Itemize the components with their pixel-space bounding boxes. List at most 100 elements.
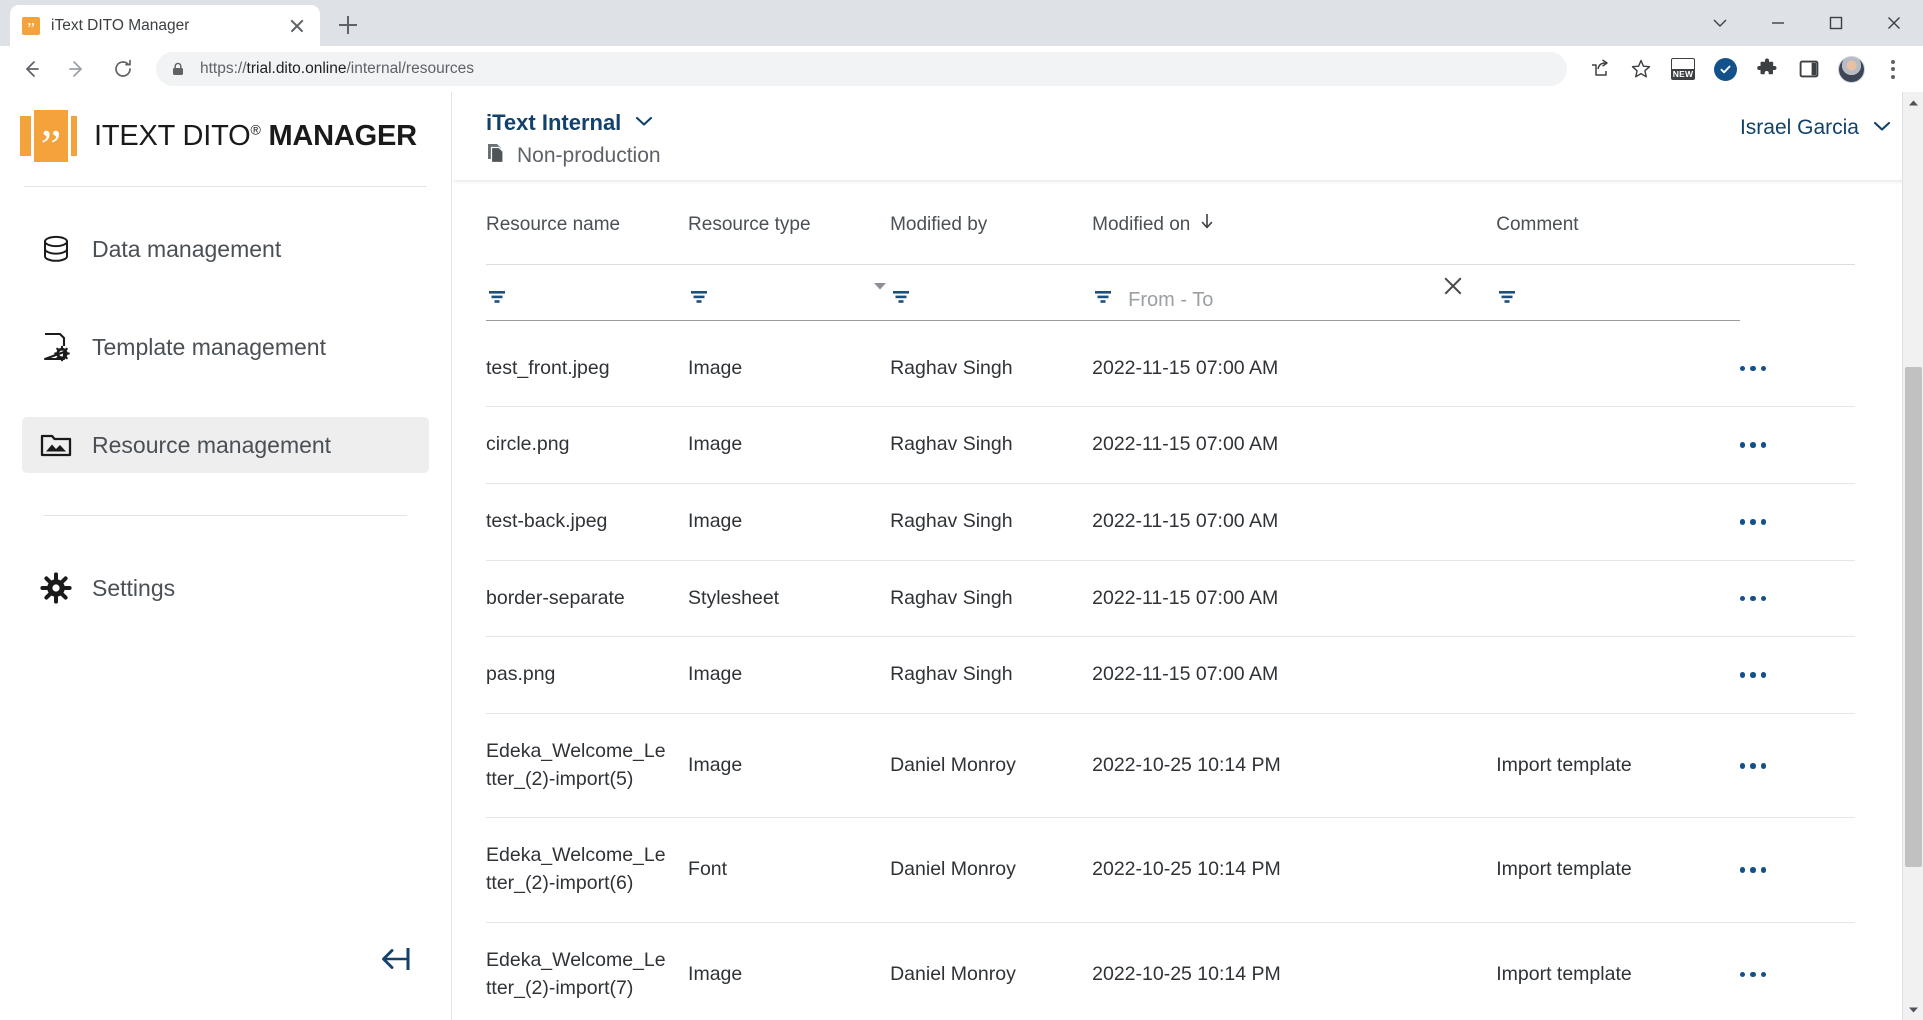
- cell-modified-on: 2022-11-15 07:00 AM: [1092, 484, 1496, 561]
- column-label: Resource name: [486, 214, 620, 235]
- date-range-placeholder: From - To: [1128, 289, 1213, 312]
- table-header: Resource name Resource type Modified by …: [486, 180, 1855, 264]
- cell-modified-on: 2022-10-25 10:14 PM: [1092, 714, 1496, 818]
- browser-tab[interactable]: iText DITO Manager: [10, 5, 320, 46]
- organization-selector[interactable]: iText Internal: [486, 110, 661, 136]
- bookmark-star-icon[interactable]: [1623, 51, 1659, 87]
- reload-icon[interactable]: [104, 50, 142, 88]
- cell-resource-name: circle.png: [486, 407, 688, 484]
- cell-comment: Import template: [1496, 714, 1739, 818]
- filter-cell-modified-on: From - To: [1092, 264, 1496, 331]
- table-row[interactable]: Edeka_Welcome_Letter_(2)-import(5)ImageD…: [486, 714, 1855, 818]
- filter-funnel-icon[interactable]: [688, 286, 710, 313]
- brand-logo-block[interactable]: ITEXT DITO® MANAGER: [0, 92, 451, 180]
- table-row[interactable]: border-separateStylesheetRaghav Singh202…: [486, 560, 1855, 637]
- more-options-icon[interactable]: [1740, 519, 1855, 525]
- table-row[interactable]: circle.pngImageRaghav Singh2022-11-15 07…: [486, 407, 1855, 484]
- more-options-icon[interactable]: [1740, 596, 1855, 602]
- cell-modified-on: 2022-10-25 10:14 PM: [1092, 922, 1496, 1020]
- cell-modified-by: Raghav Singh: [890, 637, 1092, 714]
- itext-logo-icon: [20, 110, 76, 162]
- filter-funnel-icon[interactable]: [890, 286, 912, 313]
- more-options-icon[interactable]: [1740, 763, 1855, 769]
- sidebar-item-data-management[interactable]: Data management: [22, 221, 429, 277]
- extensions-puzzle-icon[interactable]: [1749, 51, 1785, 87]
- scrollbar-thumb[interactable]: [1905, 367, 1922, 867]
- close-window-icon[interactable]: [1865, 0, 1923, 46]
- table-row[interactable]: test-back.jpegImageRaghav Singh2022-11-1…: [486, 484, 1855, 561]
- forward-icon[interactable]: [58, 50, 96, 88]
- maximize-icon[interactable]: [1807, 0, 1865, 46]
- close-icon[interactable]: [286, 15, 308, 37]
- column-header-resource-name[interactable]: Resource name: [486, 180, 688, 264]
- collapse-sidebar-icon[interactable]: [372, 932, 426, 986]
- more-options-icon[interactable]: [1740, 366, 1855, 372]
- cell-modified-by: Daniel Monroy: [890, 922, 1092, 1020]
- share-icon[interactable]: [1581, 51, 1617, 87]
- sidebar-item-label: Resource management: [92, 432, 331, 459]
- column-label: Resource type: [688, 214, 811, 235]
- resource-type-filter-select[interactable]: [688, 281, 890, 321]
- more-options-icon[interactable]: [1740, 672, 1855, 678]
- cell-modified-by: Daniel Monroy: [890, 714, 1092, 818]
- profile-avatar[interactable]: [1833, 51, 1869, 87]
- minimize-icon[interactable]: [1749, 0, 1807, 46]
- cell-modified-on: 2022-10-25 10:14 PM: [1092, 818, 1496, 922]
- resource-table-wrapper: Resource name Resource type Modified by …: [452, 180, 1923, 1020]
- minimize-to-tray-icon[interactable]: [1691, 0, 1749, 46]
- more-options-icon[interactable]: [1740, 972, 1855, 978]
- filter-funnel-icon[interactable]: [1496, 286, 1518, 313]
- side-panel-icon[interactable]: [1791, 51, 1827, 87]
- user-menu[interactable]: Israel Garcia: [1740, 110, 1891, 140]
- shield-check-icon[interactable]: [1707, 51, 1743, 87]
- table-row[interactable]: test_front.jpegImageRaghav Singh2022-11-…: [486, 331, 1855, 407]
- sidebar-item-settings[interactable]: Settings: [22, 560, 429, 616]
- column-header-modified-by[interactable]: Modified by: [890, 180, 1092, 264]
- cell-modified-by: Raghav Singh: [890, 484, 1092, 561]
- scroll-down-icon[interactable]: [1903, 999, 1923, 1020]
- new-tab-button[interactable]: [331, 8, 365, 42]
- app-topbar: iText Internal Non-production Israel Gar…: [452, 92, 1923, 180]
- resource-name-filter-input[interactable]: [486, 281, 688, 321]
- scroll-up-icon[interactable]: [1903, 92, 1923, 113]
- application-root: ITEXT DITO® MANAGER Data management: [0, 92, 1923, 1020]
- sidebar-item-label: Settings: [92, 575, 175, 602]
- lock-icon: [170, 61, 186, 77]
- resource-table: Resource name Resource type Modified by …: [486, 180, 1855, 1020]
- cell-comment: Import template: [1496, 818, 1739, 922]
- table-row[interactable]: pas.pngImageRaghav Singh2022-11-15 07:00…: [486, 637, 1855, 714]
- sidebar-item-template-management[interactable]: Template management: [22, 319, 429, 375]
- more-options-icon[interactable]: [1740, 867, 1855, 873]
- address-bar[interactable]: https://trial.dito.online/internal/resou…: [156, 52, 1567, 86]
- cell-resource-name: test-back.jpeg: [486, 484, 688, 561]
- cell-comment: [1496, 560, 1739, 637]
- filter-funnel-icon[interactable]: [486, 286, 508, 313]
- modified-on-filter-input[interactable]: From - To: [1092, 281, 1496, 321]
- column-header-modified-on[interactable]: Modified on: [1092, 180, 1496, 264]
- filter-cell-resource-name: [486, 264, 688, 331]
- browser-chrome: iText DITO Manager: [0, 0, 1923, 92]
- page-scrollbar[interactable]: [1902, 92, 1923, 1020]
- new-badge-icon[interactable]: NEW: [1665, 51, 1701, 87]
- toolbar-icon-group: NEW: [1575, 51, 1911, 87]
- more-options-icon[interactable]: [1740, 442, 1855, 448]
- sidebar-item-resource-management[interactable]: Resource management: [22, 417, 429, 473]
- filter-funnel-icon[interactable]: [1092, 286, 1114, 313]
- modified-by-filter-input[interactable]: [890, 281, 1092, 321]
- column-header-resource-type[interactable]: Resource type: [688, 180, 890, 264]
- column-header-comment[interactable]: Comment: [1496, 180, 1739, 264]
- table-header-row: Resource name Resource type Modified by …: [486, 180, 1855, 264]
- tab-strip: iText DITO Manager: [0, 0, 1923, 46]
- cell-modified-on: 2022-11-15 07:00 AM: [1092, 560, 1496, 637]
- window-controls: [1691, 0, 1923, 46]
- caret-down-icon[interactable]: [872, 279, 888, 297]
- cell-modified-on: 2022-11-15 07:00 AM: [1092, 407, 1496, 484]
- table-row[interactable]: Edeka_Welcome_Letter_(2)-import(7)ImageD…: [486, 922, 1855, 1020]
- chrome-menu-icon[interactable]: [1875, 51, 1911, 87]
- back-icon[interactable]: [12, 50, 50, 88]
- content-area: Resource name Resource type Modified by …: [452, 180, 1923, 1020]
- close-icon[interactable]: [1440, 273, 1466, 299]
- table-row[interactable]: Edeka_Welcome_Letter_(2)-import(6)FontDa…: [486, 818, 1855, 922]
- comment-filter-input[interactable]: [1496, 281, 1739, 321]
- cell-resource-type: Font: [688, 818, 890, 922]
